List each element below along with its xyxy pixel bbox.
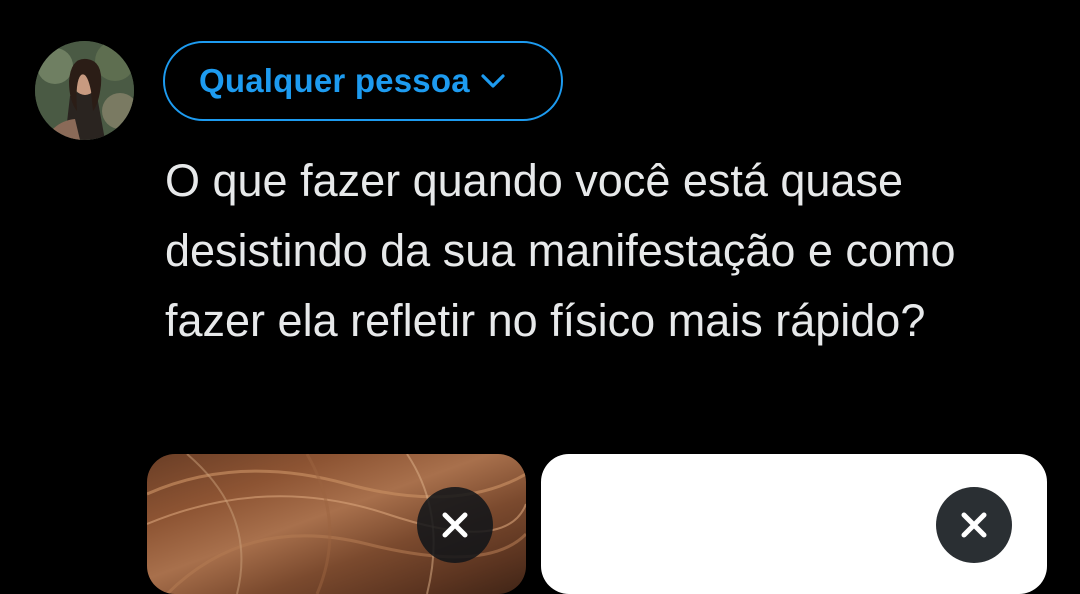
avatar[interactable]	[35, 41, 134, 140]
remove-media-button[interactable]	[417, 487, 493, 563]
post-text-input[interactable]: O que fazer quando você está quase desis…	[165, 146, 1045, 356]
close-icon	[442, 512, 468, 538]
audience-selector-button[interactable]: Qualquer pessoa	[163, 41, 563, 121]
close-icon	[961, 512, 987, 538]
audience-label: Qualquer pessoa	[199, 62, 470, 99]
avatar-photo	[35, 41, 134, 140]
remove-media-button[interactable]	[936, 487, 1012, 563]
chevron-down-icon	[478, 66, 508, 96]
